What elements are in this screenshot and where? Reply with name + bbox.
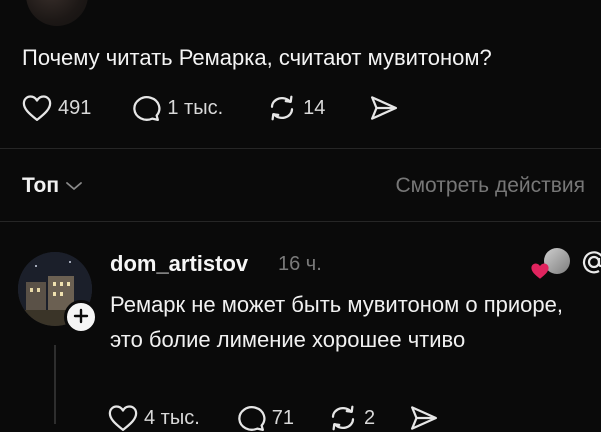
heart-icon	[22, 94, 52, 122]
share-icon	[369, 94, 399, 122]
divider	[0, 148, 601, 149]
comment-repost-count: 2	[364, 406, 376, 429]
comment-like-count: 4 тыс.	[144, 406, 200, 429]
view-activity-link[interactable]: Смотреть действия	[395, 174, 585, 198]
post-text: Почему читать Ремарка, считают мувитоном…	[22, 45, 492, 70]
comment-repost-button[interactable]: 2	[328, 404, 375, 432]
comment-reply-button[interactable]: 71	[236, 404, 294, 432]
comment-timestamp: 16 ч.	[278, 253, 322, 275]
comment-text: Ремарк не может быть мувитоном о приоре,…	[110, 292, 563, 352]
post-actions: 491 1 тыс. 14	[22, 94, 399, 122]
follow-plus-button[interactable]	[64, 300, 98, 334]
chevron-down-icon	[59, 174, 83, 198]
at-icon[interactable]	[578, 246, 601, 283]
liked-heart-icon	[530, 262, 550, 285]
repost-icon	[328, 404, 358, 432]
comment-actions: 4 тыс. 71 2	[108, 404, 439, 432]
comment-icon	[131, 94, 161, 122]
comment-like-button[interactable]: 4 тыс.	[108, 404, 200, 432]
sort-dropdown[interactable]: Топ	[22, 174, 83, 198]
comment-reply-count: 71	[271, 406, 295, 429]
share-icon	[409, 404, 439, 432]
sort-label: Топ	[22, 174, 60, 197]
divider	[0, 221, 601, 222]
like-button[interactable]: 491	[22, 94, 91, 122]
repost-count: 14	[303, 96, 326, 119]
post-author-avatar[interactable]	[26, 0, 88, 26]
comment-share-button[interactable]	[409, 404, 439, 432]
comment-icon	[236, 404, 266, 432]
heart-icon	[108, 404, 138, 432]
like-count: 491	[58, 96, 92, 119]
repost-icon	[267, 94, 297, 122]
comment-button[interactable]: 1 тыс.	[131, 94, 223, 122]
thread-line	[54, 345, 56, 424]
repost-button[interactable]: 14	[267, 94, 325, 122]
comment-count: 1 тыс.	[167, 96, 224, 119]
comment-username[interactable]: dom_artistov	[110, 251, 248, 277]
plus-icon	[73, 306, 89, 328]
share-button[interactable]	[369, 94, 399, 122]
